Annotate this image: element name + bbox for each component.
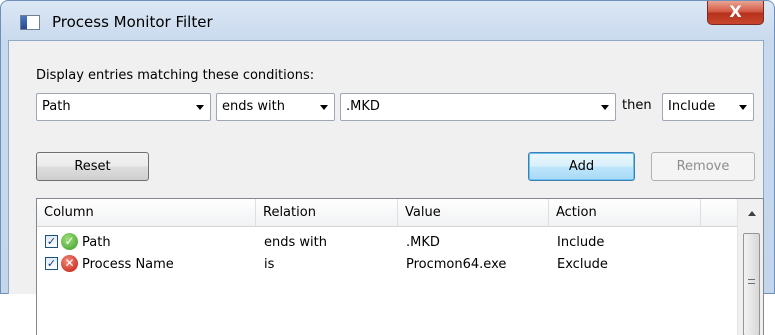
row-column: Process Name: [82, 257, 174, 272]
list-header: Column Relation Value Action: [37, 199, 737, 227]
row-action: Include: [557, 235, 605, 250]
row-relation: is: [264, 257, 275, 272]
then-label: then: [622, 98, 652, 113]
app-window-icon: [20, 15, 40, 30]
relation-select-value: ends with: [222, 99, 285, 114]
include-icon: ✓: [61, 233, 78, 250]
row-value: .MKD: [406, 235, 440, 250]
table-row[interactable]: ✓ ✓ Path ends with .MKD Include: [37, 232, 737, 254]
window-title: Process Monitor Filter: [52, 13, 213, 31]
chevron-down-icon: [320, 105, 328, 110]
scroll-up-arrow-icon[interactable]: [748, 211, 756, 216]
row-checkbox[interactable]: ✓: [45, 257, 58, 270]
relation-select[interactable]: ends with: [216, 93, 335, 121]
column-header-relation[interactable]: Relation: [256, 199, 398, 226]
row-action: Exclude: [557, 257, 608, 272]
column-select[interactable]: Path: [36, 93, 211, 121]
grip-icon: [748, 279, 755, 284]
chevron-down-icon: [601, 105, 609, 110]
title-bar[interactable]: Process Monitor Filter X: [1, 1, 774, 41]
row-value: Procmon64.exe: [406, 257, 507, 272]
value-combo[interactable]: .MKD: [340, 93, 616, 121]
scrollbar-thumb[interactable]: [743, 233, 760, 335]
row-relation: ends with: [264, 235, 327, 250]
row-column: Path: [82, 235, 111, 250]
vertical-scrollbar[interactable]: [737, 199, 763, 335]
add-button[interactable]: Add: [528, 152, 635, 181]
remove-button: Remove: [651, 152, 755, 181]
chevron-down-icon: [739, 105, 747, 110]
column-header-action[interactable]: Action: [549, 199, 701, 226]
conditions-label: Display entries matching these condition…: [36, 68, 315, 83]
table-row[interactable]: ✓ ✕ Process Name is Procmon64.exe Exclud…: [37, 254, 737, 276]
column-header-value[interactable]: Value: [398, 199, 549, 226]
close-button[interactable]: X: [707, 1, 764, 25]
filter-list[interactable]: Column Relation Value Action ✓ ✓ Path en…: [36, 198, 764, 335]
action-select-value: Include: [668, 99, 716, 114]
column-header-filler: [701, 199, 737, 226]
column-select-value: Path: [42, 99, 71, 114]
value-combo-text: .MKD: [346, 99, 380, 114]
reset-button[interactable]: Reset: [36, 152, 149, 181]
dialog-body: Display entries matching these condition…: [8, 40, 764, 335]
row-checkbox[interactable]: ✓: [45, 235, 58, 248]
chevron-down-icon: [196, 105, 204, 110]
exclude-icon: ✕: [61, 255, 78, 272]
action-select[interactable]: Include: [662, 93, 754, 121]
column-header-column[interactable]: Column: [37, 199, 256, 226]
